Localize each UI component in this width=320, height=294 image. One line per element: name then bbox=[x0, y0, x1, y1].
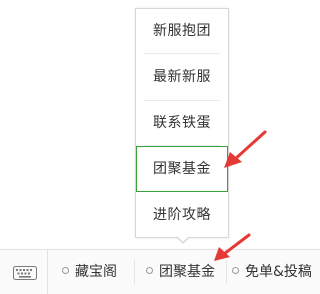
annotation-arrow-lower bbox=[214, 233, 251, 261]
submenu-indicator-icon bbox=[62, 266, 69, 274]
submenu-popup: 新服抱团 最新新服 联系铁蛋 团聚基金 进阶攻略 bbox=[135, 8, 229, 238]
wechat-menu-screen: 新服抱团 最新新服 联系铁蛋 团聚基金 进阶攻略 藏宝阁 团聚基金 免单&投稿 bbox=[0, 0, 320, 294]
menu-item-treasure-pavilion[interactable]: 藏宝阁 bbox=[62, 250, 117, 294]
bottom-menu-bar: 藏宝阁 团聚基金 免单&投稿 bbox=[0, 249, 320, 294]
submenu-divider bbox=[144, 53, 220, 54]
menu-item-label: 藏宝阁 bbox=[75, 264, 117, 280]
menu-item-label: 免单&投稿 bbox=[245, 264, 312, 280]
submenu-item-contact[interactable]: 联系铁蛋 bbox=[136, 101, 228, 145]
submenu-indicator-icon bbox=[146, 266, 153, 274]
menu-item-reunion-fund[interactable]: 团聚基金 bbox=[146, 250, 215, 294]
submenu-item-advanced-guide[interactable]: 进阶攻略 bbox=[136, 193, 228, 237]
submenu-item-reunion-fund[interactable]: 团聚基金 bbox=[136, 146, 228, 192]
menu-item-label: 团聚基金 bbox=[159, 264, 215, 280]
annotation-arrow-upper bbox=[224, 130, 267, 168]
submenu-item-latest-server[interactable]: 最新新服 bbox=[136, 55, 228, 99]
submenu-item-new-server-group[interactable]: 新服抱团 bbox=[136, 9, 228, 53]
keyboard-toggle-button[interactable] bbox=[0, 250, 48, 294]
popup-caret-fill bbox=[177, 236, 189, 242]
submenu-indicator-icon bbox=[232, 266, 239, 274]
keyboard-icon bbox=[13, 266, 37, 280]
menu-separator bbox=[134, 260, 135, 284]
